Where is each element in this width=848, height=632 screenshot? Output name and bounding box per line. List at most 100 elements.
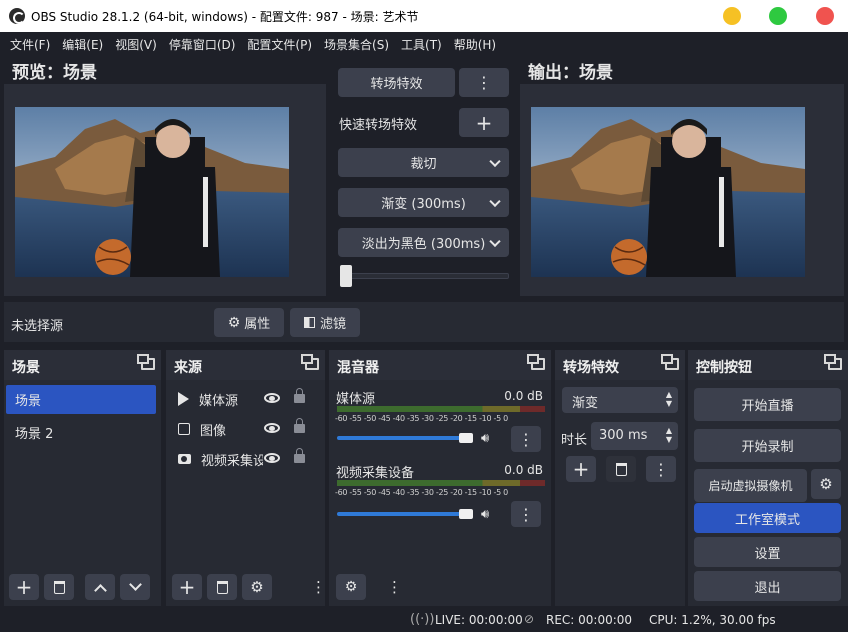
- preview-panel[interactable]: [4, 84, 326, 296]
- volume-slider-knob[interactable]: [459, 509, 473, 519]
- option-label: 渐变 (300ms): [381, 197, 466, 212]
- quick-transition-fade[interactable]: 渐变 (300ms): [338, 188, 509, 217]
- live-signal-icon: ((·)): [410, 612, 435, 627]
- camera-icon: [178, 454, 191, 464]
- undock-icon[interactable]: [301, 354, 319, 370]
- source-properties-button[interactable]: ⚙: [242, 574, 272, 600]
- menu-help[interactable]: 帮助(H): [448, 36, 502, 53]
- lock-icon[interactable]: [294, 448, 305, 463]
- chevron-down-icon: [489, 195, 501, 207]
- menu-profile[interactable]: 配置文件(P): [241, 36, 318, 53]
- virtual-camera-settings-button[interactable]: ⚙: [811, 469, 841, 499]
- plus-icon: +: [572, 457, 590, 481]
- lock-icon[interactable]: [294, 418, 305, 433]
- speaker-icon[interactable]: 🔊︎: [481, 431, 489, 446]
- obs-logo-icon: [9, 8, 25, 24]
- add-source-button[interactable]: +: [172, 574, 202, 600]
- properties-button[interactable]: ⚙ 属性: [214, 308, 284, 337]
- speaker-icon[interactable]: 🔊︎: [481, 507, 489, 522]
- remove-transition-button[interactable]: [606, 456, 636, 482]
- menu-scene-collection[interactable]: 场景集合(S): [318, 36, 395, 53]
- mixer-channel-menu-button[interactable]: ⋮: [511, 426, 541, 452]
- transition-select[interactable]: 渐变 ▲ ▼: [562, 387, 678, 413]
- duration-label: 时长: [561, 433, 588, 448]
- maximize-button[interactable]: [769, 7, 787, 25]
- no-source-selected-label: 未选择源: [11, 319, 64, 334]
- plus-icon: +: [15, 575, 33, 599]
- sources-header: 来源: [166, 350, 325, 380]
- mixer-channel-db: 0.0 dB: [504, 463, 543, 477]
- exit-button[interactable]: 退出: [694, 571, 841, 601]
- chevron-up-icon: [93, 583, 107, 597]
- visibility-eye-icon[interactable]: [264, 453, 280, 463]
- volume-slider[interactable]: [337, 512, 465, 516]
- transition-more-button[interactable]: ⋮: [459, 68, 509, 97]
- advanced-audio-button[interactable]: ⚙: [336, 574, 366, 600]
- mixer-channel-menu-button[interactable]: ⋮: [511, 501, 541, 527]
- spin-arrows-icon: ▲ ▼: [665, 390, 672, 408]
- audio-meter: [337, 480, 545, 486]
- lock-icon[interactable]: [294, 388, 305, 403]
- menu-tools[interactable]: 工具(T): [395, 36, 448, 53]
- start-virtual-camera-button[interactable]: 启动虚拟摄像机: [694, 469, 807, 502]
- mixer-dock: 混音器 媒体源 0.0 dB -60 -55 -50 -45 -40 -35 -…: [329, 350, 551, 606]
- duration-spinbox[interactable]: 300 ms ▲ ▼: [591, 422, 678, 450]
- transitions-title: 转场特效: [563, 360, 619, 376]
- remove-source-button[interactable]: [207, 574, 237, 600]
- volume-slider[interactable]: [337, 436, 465, 440]
- quick-transition-cut[interactable]: 裁切: [338, 148, 509, 177]
- program-panel: [520, 84, 844, 296]
- option-label: 裁切: [410, 157, 437, 172]
- gear-icon: ⚙: [227, 314, 241, 331]
- live-status: LIVE: 00:00:00: [435, 613, 523, 627]
- preview-label: 预览：场景: [12, 63, 97, 83]
- start-streaming-button[interactable]: 开始直播: [694, 388, 841, 421]
- preview-canvas: [15, 107, 289, 277]
- transitions-header: 转场特效: [555, 350, 685, 380]
- filters-button[interactable]: 滤镜: [290, 308, 360, 337]
- menu-edit[interactable]: 编辑(E): [56, 36, 109, 53]
- scene-item[interactable]: 场景: [6, 385, 156, 414]
- close-button[interactable]: [816, 7, 834, 25]
- trash-icon: [615, 462, 627, 476]
- meter-scale: -60 -55 -50 -45 -40 -35 -30 -25 -20 -15 …: [335, 414, 508, 423]
- move-scene-up-button[interactable]: [85, 574, 115, 600]
- studio-mode-button[interactable]: 工作室模式: [694, 503, 841, 533]
- t-bar-handle[interactable]: [340, 265, 352, 287]
- more-vertical-icon: ⋮: [653, 459, 669, 479]
- sources-dock: 来源 媒体源 图像 视频采集设备 + ⚙ ⋮: [166, 350, 326, 606]
- scene-item[interactable]: 场景 2: [6, 418, 156, 447]
- record-icon: ⊘: [524, 612, 535, 626]
- scenes-title: 场景: [12, 360, 40, 376]
- settings-button[interactable]: 设置: [694, 537, 841, 567]
- window-title: OBS Studio 28.1.2 (64-bit, windows) - 配置…: [31, 9, 419, 24]
- menu-view[interactable]: 视图(V): [109, 36, 163, 53]
- minimize-button[interactable]: [723, 7, 741, 25]
- visibility-eye-icon[interactable]: [264, 393, 280, 403]
- menu-file[interactable]: 文件(F): [4, 36, 56, 53]
- image-icon: [178, 423, 190, 435]
- transition-properties-button[interactable]: ⋮: [646, 456, 676, 482]
- quick-transition-fade-to-black[interactable]: 淡出为黑色 (300ms): [338, 228, 509, 257]
- move-scene-down-button[interactable]: [120, 574, 150, 600]
- properties-label: 属性: [244, 317, 271, 332]
- add-quick-transition-button[interactable]: +: [459, 108, 509, 137]
- t-bar-track[interactable]: [340, 273, 509, 279]
- more-vertical-icon[interactable]: ⋮: [311, 578, 326, 596]
- undock-icon[interactable]: [661, 354, 679, 370]
- undock-icon[interactable]: [824, 354, 842, 370]
- menu-docks[interactable]: 停靠窗口(D): [163, 36, 242, 53]
- more-vertical-icon[interactable]: ⋮: [387, 578, 402, 596]
- remove-scene-button[interactable]: [44, 574, 74, 600]
- add-transition-button[interactable]: +: [566, 456, 596, 482]
- volume-slider-knob[interactable]: [459, 433, 473, 443]
- status-bar: ((·)) LIVE: 00:00:00 ⊘ REC: 00:00:00 CPU…: [0, 608, 848, 632]
- undock-icon[interactable]: [137, 354, 155, 370]
- visibility-eye-icon[interactable]: [264, 423, 280, 433]
- transition-button[interactable]: 转场特效: [338, 68, 455, 97]
- chevron-down-icon: [489, 155, 501, 167]
- undock-icon[interactable]: [527, 354, 545, 370]
- start-recording-button[interactable]: 开始录制: [694, 429, 841, 462]
- add-scene-button[interactable]: +: [9, 574, 39, 600]
- controls-dock: 控制按钮 开始直播 开始录制 启动虚拟摄像机 ⚙ 工作室模式 设置 退出: [688, 350, 848, 606]
